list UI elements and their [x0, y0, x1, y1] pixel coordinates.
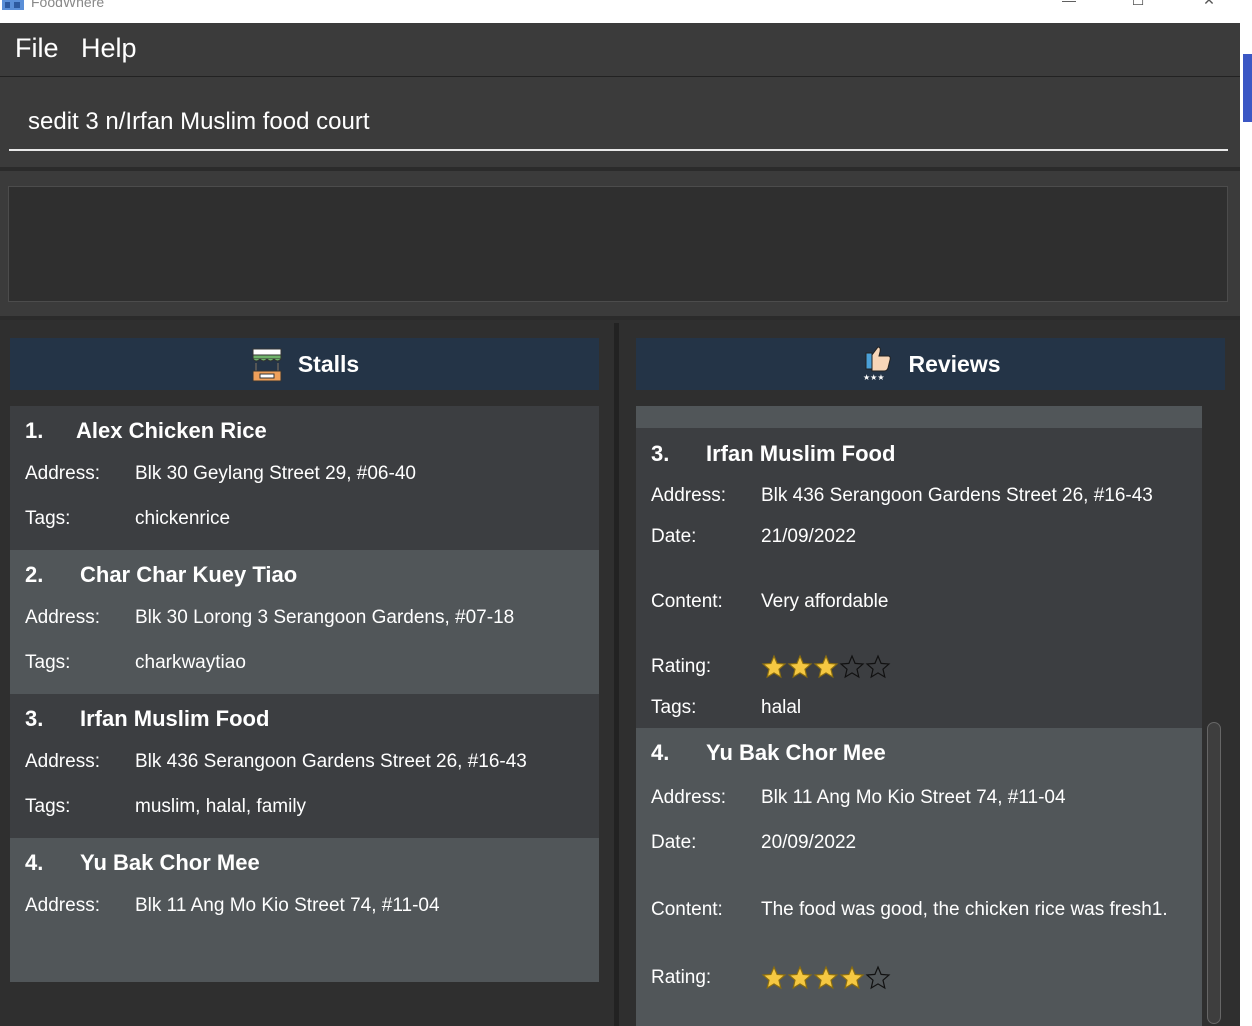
rating-stars	[761, 965, 891, 991]
stall-address: Blk 436 Serangoon Gardens Street 26, #16…	[135, 751, 527, 772]
svg-text:★★★: ★★★	[863, 373, 885, 382]
review-content: Very affordable	[761, 591, 889, 612]
stall-index: 2.	[25, 562, 44, 587]
rating-label: Rating:	[651, 967, 712, 988]
stall-tags: chickenrice	[135, 508, 231, 529]
stall-address: Blk 11 Ang Mo Kio Street 74, #11-04	[135, 895, 440, 916]
stall-address: Blk 30 Lorong 3 Serangoon Gardens, #07-1…	[135, 607, 515, 628]
review-address: Blk 11 Ang Mo Kio Street 74, #11-04	[761, 787, 1066, 808]
stall-name: Alex Chicken Rice	[76, 418, 267, 443]
review-date: 21/09/2022	[761, 526, 857, 547]
stall-name: Irfan Muslim Food	[80, 706, 270, 731]
review-stall-name: Yu Bak Chor Mee	[706, 740, 886, 765]
menu-help[interactable]: Help	[81, 33, 137, 64]
result-display-area	[0, 171, 1240, 316]
maximize-icon[interactable]: ☐	[1128, 0, 1148, 12]
reviews-header-label: Reviews	[908, 350, 1001, 377]
stall-name: Char Char Kuey Tiao	[80, 562, 298, 587]
stall-icon	[252, 348, 282, 382]
stall-index: 1.	[25, 418, 44, 443]
address-label: Address:	[25, 463, 100, 484]
result-display[interactable]	[8, 186, 1228, 302]
review-content: The food was good, the chicken rice was …	[761, 899, 1168, 920]
stall-card[interactable]: 4. Yu Bak Chor Mee Address: Blk 11 Ang M…	[10, 838, 599, 982]
stall-tags: muslim, halal, family	[135, 796, 307, 817]
review-card[interactable]: 4. Yu Bak Chor Mee Address: Blk 11 Ang M…	[636, 728, 1202, 1026]
app-icon	[2, 0, 24, 10]
address-label: Address:	[651, 485, 726, 506]
stall-card[interactable]: 3. Irfan Muslim Food Address: Blk 436 Se…	[10, 694, 599, 838]
stall-card[interactable]: 2. Char Char Kuey Tiao Address: Blk 30 L…	[10, 550, 599, 694]
star-filled-icon	[761, 965, 787, 990]
tags-label: Tags:	[25, 652, 71, 673]
command-input[interactable]	[9, 95, 1228, 151]
review-index: 3.	[651, 441, 670, 466]
tags-label: Tags:	[651, 697, 697, 718]
address-label: Address:	[25, 895, 100, 916]
tags-label: Tags:	[25, 508, 71, 529]
review-card[interactable]: 3. Irfan Muslim Food Address: Blk 436 Se…	[636, 428, 1202, 728]
star-filled-icon	[813, 654, 839, 679]
stalls-header-label: Stalls	[297, 350, 360, 377]
address-label: Address:	[25, 607, 100, 628]
star-filled-icon	[761, 654, 787, 679]
review-date: 20/09/2022	[761, 832, 857, 853]
review-address: Blk 436 Serangoon Gardens Street 26, #16…	[761, 485, 1153, 506]
close-icon[interactable]: ✕	[1199, 0, 1219, 12]
stall-card[interactable]: 1. Alex Chicken Rice Address: Blk 30 Gey…	[10, 406, 599, 550]
stall-name: Yu Bak Chor Mee	[80, 850, 260, 875]
content-label: Content:	[651, 899, 723, 920]
review-stall-name: Irfan Muslim Food	[706, 441, 896, 466]
stalls-header: Stalls	[10, 338, 599, 390]
date-label: Date:	[651, 526, 697, 547]
star-filled-icon	[787, 965, 813, 990]
review-card-partial[interactable]	[636, 406, 1202, 428]
star-empty-icon	[865, 654, 891, 679]
menu-bar: File Help	[0, 23, 1240, 77]
star-filled-icon	[787, 654, 813, 679]
reviews-scrollbar-thumb[interactable]	[1207, 722, 1221, 1024]
thumbs-up-icon: ★★★	[863, 346, 892, 382]
star-empty-icon	[839, 654, 865, 679]
stall-tags: charkwaytiao	[135, 652, 246, 673]
address-label: Address:	[25, 751, 100, 772]
rating-stars	[761, 654, 891, 680]
review-tags: halal	[761, 697, 802, 718]
date-label: Date:	[651, 832, 697, 853]
window-titlebar: FoodWhere — ☐ ✕	[0, 0, 1240, 23]
star-empty-icon	[865, 965, 891, 990]
minimize-icon[interactable]: —	[1059, 0, 1079, 12]
window-title: FoodWhere	[31, 0, 105, 10]
menu-file[interactable]: File	[15, 33, 59, 64]
stall-index: 3.	[25, 706, 44, 731]
star-filled-icon	[813, 965, 839, 990]
rating-label: Rating:	[651, 656, 712, 677]
reviews-header: ★★★ Reviews	[636, 338, 1225, 390]
command-box	[0, 77, 1240, 167]
panel-divider[interactable]	[614, 323, 619, 1026]
stall-address: Blk 30 Geylang Street 29, #06-40	[135, 463, 416, 484]
address-label: Address:	[651, 787, 726, 808]
review-index: 4.	[651, 740, 670, 765]
star-filled-icon	[839, 965, 865, 990]
stall-index: 4.	[25, 850, 44, 875]
tags-label: Tags:	[25, 796, 71, 817]
content-label: Content:	[651, 591, 723, 612]
background-window-strip	[1240, 0, 1252, 1026]
